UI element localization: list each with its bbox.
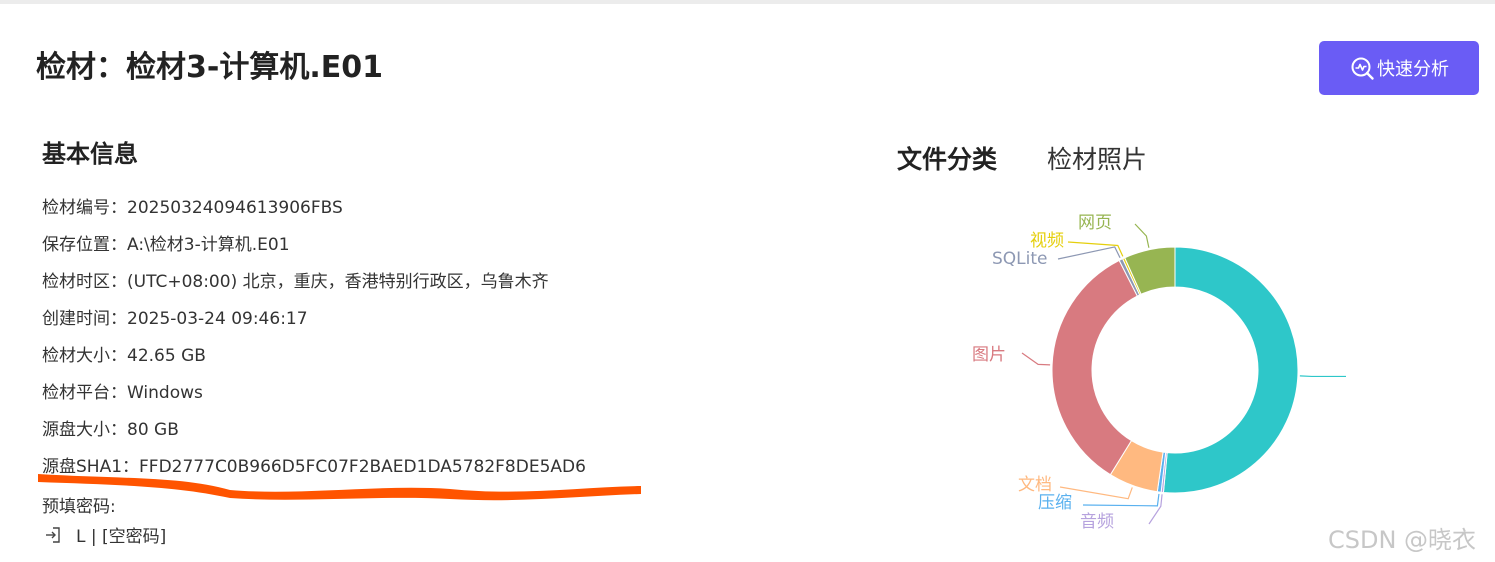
slice-label-7: 网页: [1078, 213, 1112, 233]
tab-evidence-photo[interactable]: 检材照片: [1047, 140, 1147, 176]
leader-line-6: [1067, 241, 1124, 257]
analysis-icon: [1351, 57, 1374, 80]
donut-slice-4[interactable]: [1051, 259, 1138, 476]
tab-file-classification[interactable]: 文件分类: [897, 140, 997, 176]
leader-line-1: [1148, 494, 1163, 525]
slice-label-6: 视频: [1030, 231, 1064, 251]
quick-analysis-button[interactable]: 快速分析: [1319, 41, 1479, 95]
slice-label-5: SQLite: [992, 249, 1048, 269]
slice-label-4: 图片: [972, 345, 1006, 365]
password-item-label: L | [空密码]: [76, 527, 167, 547]
prefill-password-label: 预填密码:: [42, 497, 116, 517]
leader-line-7: [1134, 223, 1150, 248]
password-item[interactable]: L | [空密码]: [44, 522, 166, 547]
redaction-stroke: [38, 474, 641, 501]
login-arrow-icon: [44, 526, 62, 544]
donut-slice-0[interactable]: [1162, 246, 1299, 494]
watermark: CSDN @晓衣: [1328, 526, 1477, 554]
leader-line-0: [1299, 375, 1346, 378]
right-panel-tabs: 文件分类 检材照片: [897, 140, 1147, 176]
file-category-donut-chart: 音频压缩文档 图片 SQLite视频网页: [972, 213, 1346, 532]
leader-line-5: [1057, 246, 1121, 260]
slice-label-3: 文档: [1018, 475, 1052, 495]
leader-line-4: [1021, 352, 1051, 366]
slice-label-2: 压缩: [1038, 493, 1072, 513]
slice-label-1: 音频: [1080, 512, 1114, 532]
quick-analysis-label: 快速分析: [1377, 59, 1449, 80]
leader-line-2: [1082, 493, 1160, 507]
